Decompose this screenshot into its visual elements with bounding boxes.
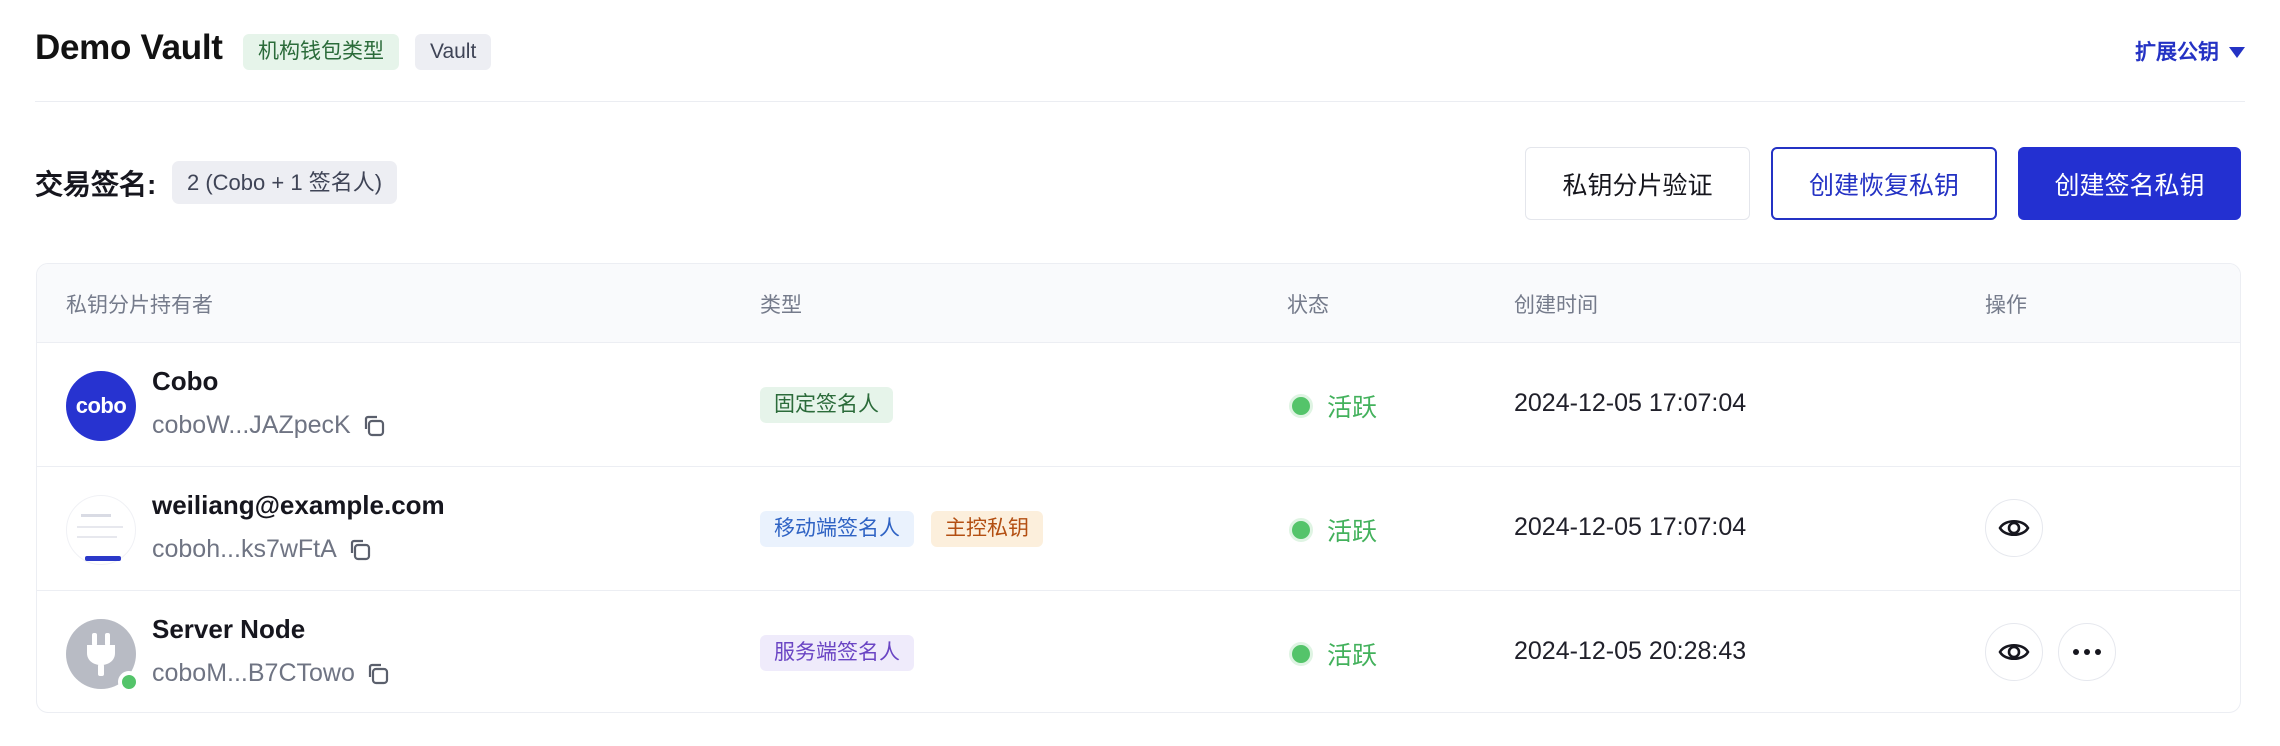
more-options-button[interactable] xyxy=(2058,623,2116,681)
verify-key-share-button[interactable]: 私钥分片验证 xyxy=(1525,147,1750,220)
more-icon xyxy=(2073,649,2101,655)
online-indicator xyxy=(118,671,140,693)
vault-tag: Vault xyxy=(415,34,492,70)
table-header: 私钥分片持有者 类型 状态 创建时间 操作 xyxy=(37,264,2240,343)
col-created: 创建时间 xyxy=(1514,294,1598,317)
created-time: 2024-12-05 17:07:04 xyxy=(1514,389,1747,417)
copy-icon[interactable] xyxy=(361,413,387,439)
wallet-type-tag: 机构钱包类型 xyxy=(243,34,399,70)
create-signing-key-button[interactable]: 创建签名私钥 xyxy=(2018,147,2241,220)
type-tag-fixed-signer: 固定签名人 xyxy=(760,387,893,423)
col-status: 状态 xyxy=(1287,294,1329,317)
status-dot xyxy=(1289,642,1313,666)
col-actions: 操作 xyxy=(1985,294,2027,317)
holder-address: coboW...JAZpecK xyxy=(152,411,387,440)
signing-label: 交易签名: xyxy=(35,169,157,200)
key-share-table: 私钥分片持有者 类型 状态 创建时间 操作 cobo Cobo coboW...… xyxy=(36,263,2241,713)
table-row: Server Node coboM...B7CTowo 服务端签名人 活跃 20… xyxy=(37,592,2240,712)
table-row: weiliang@example.com coboh...ks7wFtA 移动端… xyxy=(37,468,2240,591)
table-row: cobo Cobo coboW...JAZpecK 固定签名人 活跃 2024-… xyxy=(37,344,2240,467)
type-tag-server-signer: 服务端签名人 xyxy=(760,635,914,671)
holder-address: coboh...ks7wFtA xyxy=(152,535,373,564)
status-dot xyxy=(1289,518,1313,542)
status-text: 活跃 xyxy=(1327,518,1378,546)
created-time: 2024-12-05 17:07:04 xyxy=(1514,513,1747,541)
col-holder: 私钥分片持有者 xyxy=(66,294,213,317)
create-recovery-key-button[interactable]: 创建恢复私钥 xyxy=(1771,147,1997,220)
caret-down-icon xyxy=(2229,46,2245,58)
status-badge: 活跃 xyxy=(1289,636,1377,672)
type-tag-mobile-signer: 移动端签名人 xyxy=(760,511,914,547)
copy-icon[interactable] xyxy=(365,661,391,687)
vault-header: Demo Vault 机构钱包类型 Vault 扩展公钥 xyxy=(35,0,2245,102)
cobo-logo: cobo xyxy=(75,393,127,418)
avatar: cobo xyxy=(66,371,136,441)
view-button[interactable] xyxy=(1985,623,2043,681)
plug-icon xyxy=(87,633,115,676)
status-badge: 活跃 xyxy=(1289,512,1377,548)
expand-pubkey-toggle[interactable]: 扩展公钥 xyxy=(2135,36,2245,66)
address-text: coboM...B7CTowo xyxy=(152,659,355,687)
eye-icon xyxy=(1998,643,2030,661)
status-text: 活跃 xyxy=(1327,394,1378,422)
status-dot xyxy=(1289,394,1313,418)
copy-icon[interactable] xyxy=(347,537,373,563)
address-text: coboW...JAZpecK xyxy=(152,411,351,439)
vault-title: Demo Vault xyxy=(35,28,223,67)
status-badge: 活跃 xyxy=(1289,388,1377,424)
expand-pubkey-label: 扩展公钥 xyxy=(2135,41,2219,64)
view-button[interactable] xyxy=(1985,499,2043,557)
type-tag-master-key: 主控私钥 xyxy=(931,511,1043,547)
status-text: 活跃 xyxy=(1327,642,1378,670)
eye-icon xyxy=(1998,519,2030,537)
holder-name: Cobo xyxy=(152,366,219,396)
holder-name: weiliang@example.com xyxy=(152,490,445,520)
address-text: coboh...ks7wFtA xyxy=(152,535,337,563)
col-type: 类型 xyxy=(760,294,802,317)
holder-name: Server Node xyxy=(152,614,306,644)
user-avatar-image xyxy=(77,514,123,561)
avatar xyxy=(66,495,136,565)
avatar xyxy=(66,619,140,693)
holder-address: coboM...B7CTowo xyxy=(152,659,391,688)
signing-threshold-badge: 2 (Cobo + 1 签名人) xyxy=(172,161,398,204)
created-time: 2024-12-05 20:28:43 xyxy=(1514,637,1747,665)
